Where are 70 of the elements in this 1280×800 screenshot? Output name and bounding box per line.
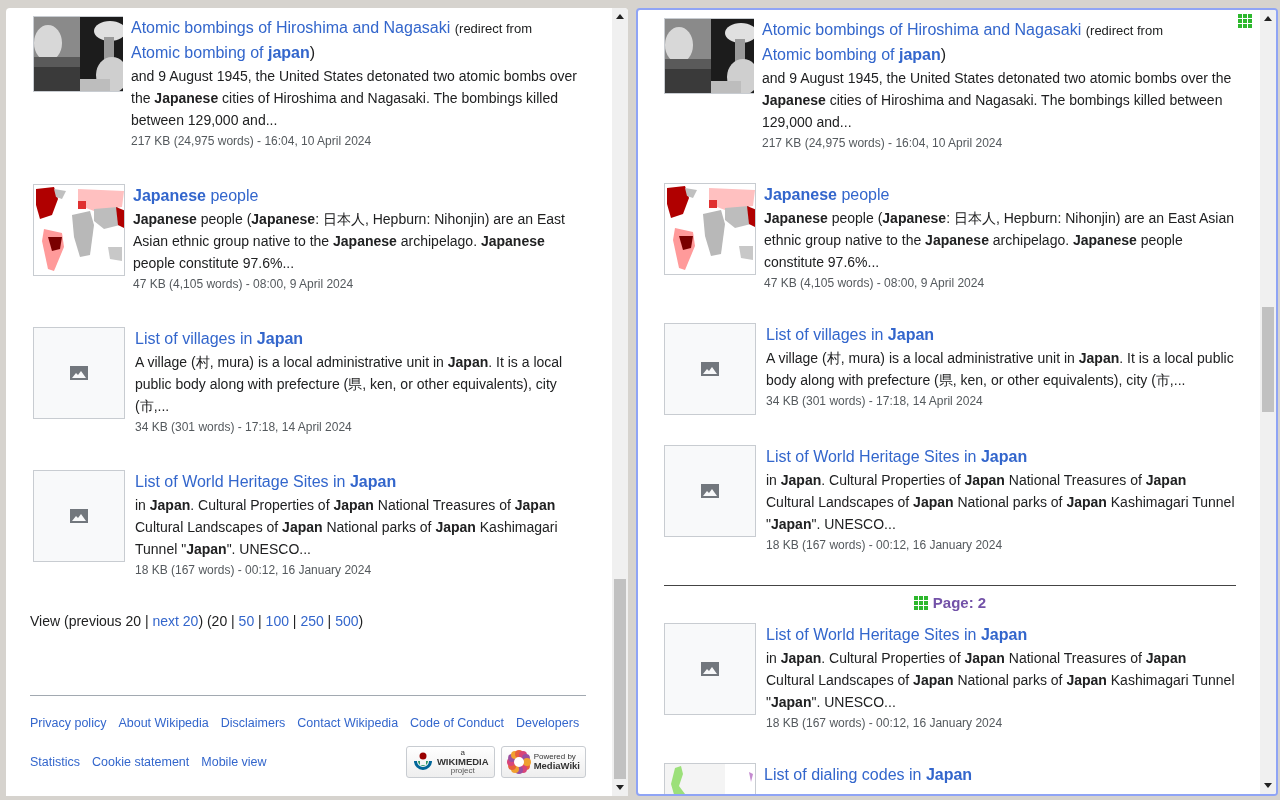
pager-link[interactable]: 500 bbox=[335, 613, 359, 629]
result-title-link[interactable]: Japanese people bbox=[133, 187, 259, 204]
image-icon bbox=[70, 366, 88, 380]
grid-icon[interactable] bbox=[1238, 14, 1252, 28]
result-snippet: in Japan. Cultural Properties of Japan National Treasures of Japan Cultural Landscapes of Japan National parks of Japan Kashimagari Tunnel "Japan". UNESCO... bbox=[766, 471, 1236, 534]
scroll-down-icon[interactable] bbox=[1264, 783, 1272, 788]
footer-link[interactable]: About Wikipedia bbox=[118, 716, 209, 730]
footer-link[interactable]: Statistics bbox=[30, 755, 80, 769]
result-snippet: Japanese people (Japanese: 日本人, Hepburn: Nihonjin) are an East Asian ethnic group native to the Japanese archipelago. Japanese people constitute 97.6%... bbox=[764, 209, 1236, 272]
page-marker: Page: 2 bbox=[932, 594, 987, 611]
image-placeholder[interactable] bbox=[33, 470, 125, 562]
result-snippet: in Japan. Cultural Properties of Japan National Treasures of Japan Cultural Landscapes of Japan National parks of Japan Kashimagari Tunnel "Japan". UNESCO... bbox=[135, 496, 559, 559]
result-meta: 47 KB (4,105 words) - 08:00, 9 April 2024 bbox=[764, 275, 986, 292]
mediawiki-badge[interactable]: Powered by MediaWiki bbox=[500, 746, 586, 778]
footer-link[interactable]: Privacy policy bbox=[30, 716, 107, 730]
footer-link[interactable]: Contact Wikipedia bbox=[297, 716, 399, 730]
wikimedia-badge[interactable]: a WIKIMEDIA project bbox=[405, 746, 495, 778]
scroll-up-icon[interactable] bbox=[1264, 16, 1272, 21]
grid-icon bbox=[913, 595, 928, 610]
redirect-link[interactable]: Atomic bombing of japan bbox=[131, 44, 310, 61]
scroll-down-icon[interactable] bbox=[616, 785, 624, 790]
pager-link[interactable]: 100 bbox=[265, 613, 289, 629]
pager-text: View (previous 20 | next 20) (20 | 50 | 100 | 250 | 500) bbox=[30, 613, 365, 629]
image-placeholder[interactable] bbox=[664, 323, 756, 415]
result-title-link[interactable]: List of villages in Japan bbox=[135, 330, 304, 347]
scroll-thumb[interactable] bbox=[1262, 307, 1274, 412]
result-title-link[interactable]: Atomic bombings of Hiroshima and Nagasaki bbox=[762, 21, 1082, 38]
result-snippet: A village (村, mura) is a local administrative unit in Japan. It is a local public body along with prefecture (県, ken, or other equivalents), city (市,... bbox=[135, 353, 564, 416]
result-meta: 34 KB (301 words) - 17:18, 14 April 2024 bbox=[135, 419, 353, 436]
result-meta: 47 KB (4,105 words) - 08:00, 9 April 2024 bbox=[133, 276, 355, 293]
footer-link[interactable]: Cookie statement bbox=[92, 755, 190, 769]
pager-link[interactable]: 50 bbox=[238, 613, 255, 629]
result-snippet: and 9 August 1945, the United States detonated two atomic bombs over the Japanese cities of Hiroshima and Nagasaki. The bombings killed between 129,000 and... bbox=[131, 67, 578, 130]
result-snippet: Japanese people (Japanese: 日本人, Hepburn: Nihonjin) are an East Asian ethnic group native to the Japanese archipelago. Japanese people constitute 97.6%... bbox=[133, 210, 566, 273]
result-meta: 217 KB (24,975 words) - 16:04, 10 April 2024 bbox=[762, 135, 1004, 152]
result-heading: Atomic bombings of Hiroshima and Nagasaki (redirect from Atomic bombing of japan) bbox=[131, 18, 533, 63]
pager-link[interactable]: 250 bbox=[300, 613, 324, 629]
image-placeholder[interactable] bbox=[664, 623, 756, 715]
image-icon bbox=[70, 509, 88, 523]
image-icon bbox=[701, 362, 719, 376]
result-title-link[interactable]: Japanese people bbox=[764, 186, 890, 203]
scroll-thumb[interactable] bbox=[614, 579, 626, 779]
footer-link[interactable]: Disclaimers bbox=[220, 716, 286, 730]
footer-link[interactable]: Mobile view bbox=[201, 755, 267, 769]
scrollbar[interactable] bbox=[612, 8, 628, 796]
image-icon bbox=[701, 662, 719, 676]
image-placeholder[interactable] bbox=[33, 327, 125, 419]
result-title-link[interactable]: List of villages in Japan bbox=[766, 326, 935, 343]
result-meta: 18 KB (167 words) - 00:12, 16 January 2024 bbox=[766, 715, 1004, 732]
footer-link[interactable]: Code of Conduct bbox=[410, 716, 504, 730]
result-meta: 34 KB (301 words) - 17:18, 14 April 2024 bbox=[766, 393, 984, 410]
result-title-link[interactable]: Atomic bombings of Hiroshima and Nagasaki bbox=[131, 19, 451, 36]
result-snippet: and 9 August 1945, the United States detonated two atomic bombs over the Japanese cities of Hiroshima and Nagasaki. The bombings killed between 129,000 and... bbox=[762, 69, 1233, 132]
result-title-link[interactable]: List of World Heritage Sites in Japan bbox=[766, 448, 1028, 465]
scroll-up-icon[interactable] bbox=[616, 14, 624, 19]
result-heading: Atomic bombings of Hiroshima and Nagasaki (redirect from Atomic bombing of japan) bbox=[762, 20, 1164, 65]
result-title-link[interactable]: List of World Heritage Sites in Japan bbox=[766, 626, 1028, 643]
scrollbar[interactable] bbox=[1260, 10, 1276, 794]
result-snippet: A village (村, mura) is a local administrative unit in Japan. It is a local public body along with prefecture (県, ken, or other equivalents), city (市,... bbox=[766, 349, 1235, 390]
result-title-link[interactable]: List of World Heritage Sites in Japan bbox=[135, 473, 397, 490]
footer-link[interactable]: Developers bbox=[515, 716, 580, 730]
result-meta: 18 KB (167 words) - 00:12, 16 January 2024 bbox=[135, 562, 373, 579]
result-title-link[interactable]: List of dialing codes in Japan bbox=[764, 766, 973, 783]
result-snippet: in Japan. Cultural Properties of Japan National Treasures of Japan Cultural Landscapes of Japan National parks of Japan Kashimagari Tunnel "Japan". UNESCO... bbox=[766, 649, 1236, 712]
result-meta: 18 KB (167 words) - 00:12, 16 January 2024 bbox=[766, 537, 1004, 554]
pager-link[interactable]: next 20 bbox=[152, 613, 199, 629]
result-meta: 217 KB (24,975 words) - 16:04, 10 April 2024 bbox=[131, 133, 373, 150]
image-placeholder[interactable] bbox=[664, 445, 756, 537]
redirect-link[interactable]: Atomic bombing of japan bbox=[762, 46, 941, 63]
image-icon bbox=[701, 484, 719, 498]
